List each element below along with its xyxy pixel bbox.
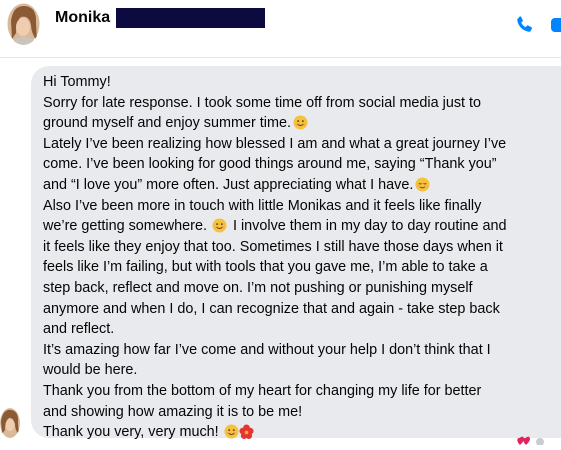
message-line: Hi Tommy!	[43, 74, 111, 90]
message-line: come. I’ve been looking for good things …	[43, 156, 497, 173]
message-line: step back, reflect and move on. I’m not …	[43, 279, 473, 296]
phone-icon[interactable]	[513, 13, 537, 37]
message-line: it feels like they enjoy that too. Somet…	[43, 238, 503, 255]
contact-name[interactable]: Monika	[55, 9, 110, 27]
message-line: and reflect.	[43, 321, 115, 338]
message-line: Thank you from the bottom of my heart fo…	[43, 382, 482, 399]
sender-avatar-small[interactable]	[0, 408, 20, 438]
conversation-header: Monika	[0, 0, 561, 58]
message-line: feels like I’m failing, but with tools t…	[43, 259, 488, 276]
smiling-face-emoji-icon	[293, 115, 308, 130]
message-line: would be here.	[43, 362, 138, 379]
redacted-surname	[116, 8, 265, 28]
message-line: It’s amazing how far I’ve come and witho…	[43, 341, 491, 358]
hibiscus-flower-emoji-icon	[239, 424, 254, 440]
message-line: Sorry for late response. I took some tim…	[43, 94, 482, 111]
smiling-face-emoji-icon	[224, 424, 239, 439]
smiling-face-emoji-icon	[212, 218, 227, 233]
message-line: ground myself and enjoy summer time.	[43, 113, 561, 134]
message-line: and showing how amazing it is to be me!	[43, 403, 303, 420]
reaction-hearts-icon[interactable]	[516, 432, 546, 446]
relieved-face-emoji-icon	[415, 177, 430, 192]
video-camera-icon[interactable]	[550, 14, 561, 36]
message-line: Lately I’ve been realizing how blessed I…	[43, 135, 507, 152]
message-line: and “I love you” more often. Just apprec…	[43, 175, 561, 196]
message-line: Also I’ve been more in touch with little…	[43, 197, 482, 214]
message-bubble[interactable]: Hi Tommy! Sorry for late response. I too…	[31, 66, 561, 440]
message-line: we’re getting somewhere. I involve them …	[43, 218, 507, 235]
message-line: anymore and when I do, I can recognize t…	[43, 300, 500, 317]
contact-avatar[interactable]	[7, 3, 40, 45]
